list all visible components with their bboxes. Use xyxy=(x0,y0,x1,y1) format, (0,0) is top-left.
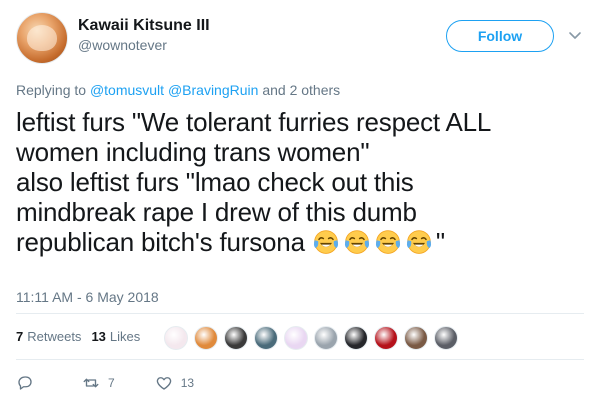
face-with-tears-of-joy-icon xyxy=(405,228,433,256)
liker-avatar[interactable] xyxy=(314,326,338,350)
face-with-tears-of-joy-icon xyxy=(374,228,402,256)
tweet-line-last: republican bitch's fursona " xyxy=(16,227,586,257)
chevron-down-icon[interactable] xyxy=(568,28,582,42)
heart-icon xyxy=(156,377,171,390)
retweets-stat[interactable]: 7 Retweets xyxy=(16,329,81,344)
like-count: 13 xyxy=(180,376,195,390)
liker-avatar[interactable] xyxy=(224,326,248,350)
tweet-timestamp[interactable]: 11:11 AM - 6 May 2018 xyxy=(16,289,159,305)
face-with-tears-of-joy-icon xyxy=(343,228,371,256)
face-with-tears-of-joy-icon xyxy=(312,228,340,256)
liker-avatar[interactable] xyxy=(284,326,308,350)
follow-button[interactable]: Follow xyxy=(446,20,554,52)
retweet-count: 7 xyxy=(108,376,115,390)
tweet-line-text: republican bitch's fursona xyxy=(16,227,305,257)
mention-link[interactable]: @tomusvult xyxy=(90,82,164,98)
liker-avatar[interactable] xyxy=(344,326,368,350)
user-handle[interactable]: @wownotever xyxy=(78,36,210,54)
tweet-line: also leftist furs "lmao check out this xyxy=(16,167,414,197)
tweet-line: women including trans women" xyxy=(16,137,370,167)
like-button[interactable]: 13 xyxy=(155,374,194,392)
retweets-count: 7 xyxy=(16,329,24,344)
divider xyxy=(16,313,584,314)
divider xyxy=(16,359,584,360)
liker-avatar[interactable] xyxy=(434,326,458,350)
tweet-header: Kawaii Kitsune III @wownotever Follow xyxy=(16,10,584,66)
retweets-label: Retweets xyxy=(27,329,82,344)
liker-avatar[interactable] xyxy=(194,326,218,350)
replying-to: Replying to @tomusvult @BravingRuin and … xyxy=(16,82,340,98)
likes-label: Likes xyxy=(109,329,141,344)
liker-avatar[interactable] xyxy=(404,326,428,350)
retweet-icon xyxy=(83,378,99,388)
mention-link[interactable]: @BravingRuin xyxy=(168,82,258,98)
replying-to-suffix[interactable]: and 2 others xyxy=(262,82,340,98)
tweet-text: leftist furs "We tolerant furries respec… xyxy=(16,107,586,257)
tweet-line: mindbreak rape I drew of this dumb xyxy=(16,197,417,227)
liker-avatar[interactable] xyxy=(254,326,278,350)
replying-to-prefix: Replying to xyxy=(16,82,87,98)
liker-avatar[interactable] xyxy=(374,326,398,350)
fox-avatar-icon[interactable] xyxy=(16,12,68,64)
emoji-group xyxy=(312,227,436,257)
liker-avatars xyxy=(164,326,464,350)
tweet-actions: 7 13 xyxy=(16,374,234,392)
reply-button[interactable] xyxy=(16,374,42,392)
retweet-button[interactable]: 7 xyxy=(82,374,115,392)
tweet-line: leftist furs "We tolerant furries respec… xyxy=(16,107,492,137)
liker-avatar[interactable] xyxy=(164,326,188,350)
reply-icon xyxy=(18,376,32,390)
likes-count: 13 xyxy=(91,329,106,344)
likes-stat[interactable]: 13 Likes xyxy=(91,329,140,344)
user-name-block[interactable]: Kawaii Kitsune III @wownotever xyxy=(78,16,210,54)
display-name[interactable]: Kawaii Kitsune III xyxy=(78,16,210,36)
tweet-line-end: " xyxy=(435,227,445,257)
tweet-stats: 7 Retweets 13 Likes xyxy=(16,329,150,344)
